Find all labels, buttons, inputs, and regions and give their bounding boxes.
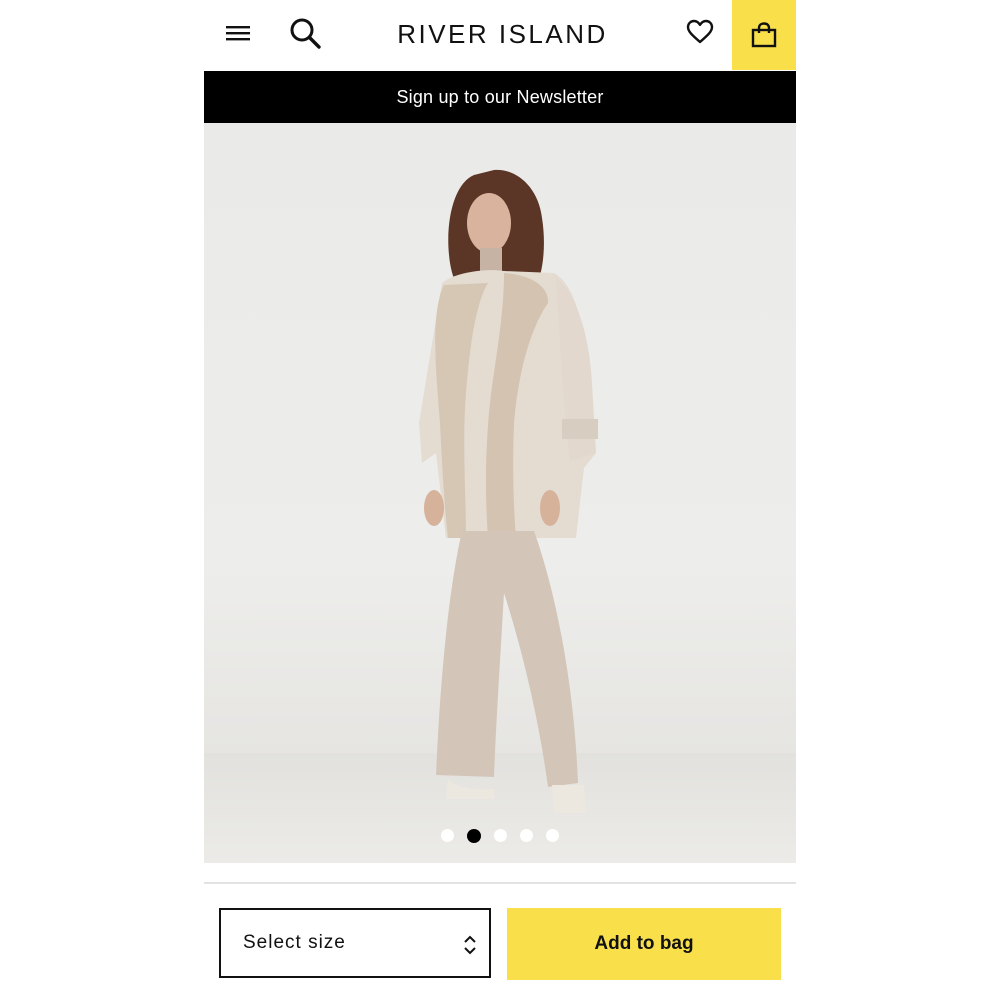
product-image[interactable] xyxy=(204,123,796,863)
hamburger-menu-icon xyxy=(226,26,250,41)
model-photo xyxy=(419,169,598,813)
image-carousel-dots xyxy=(204,829,796,849)
brand-logo[interactable]: RIVER ISLAND xyxy=(354,17,651,51)
carousel-dot-active[interactable] xyxy=(467,829,481,843)
product-page: RIVER ISLAND Sign up to our Newsletter S… xyxy=(204,0,796,1000)
carousel-dot[interactable] xyxy=(441,829,454,842)
carousel-dot[interactable] xyxy=(520,829,533,842)
shopping-bag-icon xyxy=(751,22,777,48)
section-divider xyxy=(204,882,796,884)
size-select-label: Select size xyxy=(243,932,346,953)
bag-button[interactable] xyxy=(732,0,796,70)
size-select[interactable]: Select size xyxy=(219,908,491,978)
wishlist-button[interactable] xyxy=(680,14,720,50)
menu-button[interactable] xyxy=(218,16,258,50)
add-to-bag-button[interactable]: Add to bag xyxy=(507,908,781,980)
heart-icon xyxy=(686,19,714,44)
search-icon xyxy=(290,18,321,49)
carousel-dot[interactable] xyxy=(546,829,559,842)
newsletter-banner[interactable]: Sign up to our Newsletter xyxy=(204,71,796,123)
carousel-dot[interactable] xyxy=(494,829,507,842)
select-arrows-icon xyxy=(464,935,476,955)
site-header: RIVER ISLAND xyxy=(204,0,796,71)
search-button[interactable] xyxy=(284,12,326,54)
